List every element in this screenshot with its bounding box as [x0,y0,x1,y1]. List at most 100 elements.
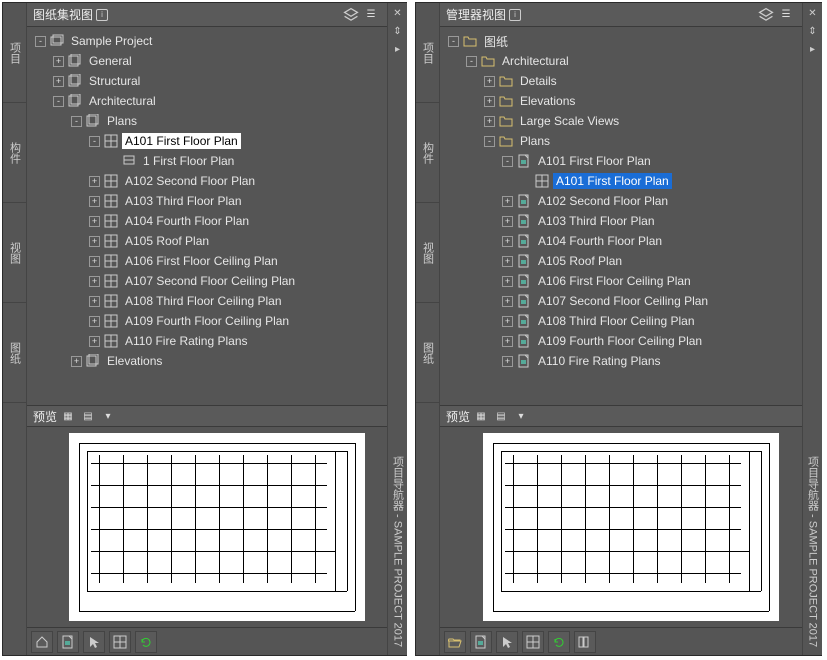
expand-toggle[interactable]: + [89,196,100,207]
preview-opt1-icon[interactable]: ▦ [59,407,77,425]
tree-node[interactable]: +A103 Third Floor Plan [442,211,819,231]
collapse-toggle[interactable]: - [484,136,495,147]
side-tab-0[interactable]: 项目 [3,3,26,103]
tree-node[interactable]: -Architectural [29,91,404,111]
home-button[interactable] [31,631,53,653]
tree-node[interactable]: +A110 Fire Rating Plans [29,331,404,351]
tree-node[interactable]: 1 First Floor Plan [29,151,404,171]
tree-node[interactable]: +A105 Roof Plan [29,231,404,251]
tree-node[interactable]: +A104 Fourth Floor Plan [29,211,404,231]
expand-icon[interactable]: ⇕ [805,23,821,39]
tree-icon[interactable]: ☰ [777,6,795,24]
expand-toggle[interactable]: + [89,256,100,267]
folder-open-button[interactable] [444,631,466,653]
close-icon[interactable]: ✕ [390,5,406,21]
refresh-button[interactable] [135,631,157,653]
expand-toggle[interactable]: + [484,96,495,107]
expand-toggle[interactable]: + [89,336,100,347]
dwg-button[interactable] [57,631,79,653]
expand-toggle[interactable]: + [89,316,100,327]
close-icon[interactable]: ✕ [805,5,821,21]
tree-node[interactable]: A101 First Floor Plan [442,171,819,191]
tree-node[interactable]: -Plans [442,131,819,151]
grid-button[interactable] [522,631,544,653]
expand-toggle[interactable]: + [502,196,513,207]
tree-node[interactable]: +A102 Second Floor Plan [442,191,819,211]
tree-node[interactable]: +A108 Third Floor Ceiling Plan [442,311,819,331]
collapse-toggle[interactable]: - [35,36,46,47]
side-tab-2[interactable]: 视图 [3,203,26,303]
dwg-button[interactable] [470,631,492,653]
expand-toggle[interactable]: + [502,336,513,347]
cursor-button[interactable] [83,631,105,653]
cursor-button[interactable] [496,631,518,653]
refresh-button[interactable] [548,631,570,653]
tree-node[interactable]: -图纸 [442,31,819,51]
tree-node[interactable]: -Sample Project [29,31,404,51]
expand-toggle[interactable]: + [484,76,495,87]
expand-toggle[interactable]: + [89,296,100,307]
side-tab-3[interactable]: 图纸 [416,303,439,403]
tree-node[interactable]: +A102 Second Floor Plan [29,171,404,191]
info-icon[interactable]: i [96,9,108,21]
side-tab-1[interactable]: 构件 [3,103,26,203]
collapse-toggle[interactable]: - [502,156,513,167]
grid-button[interactable] [109,631,131,653]
tree-node[interactable]: +A107 Second Floor Ceiling Plan [29,271,404,291]
expand-toggle[interactable]: + [502,236,513,247]
manager-tree[interactable]: -图纸-Architectural+Details+Elevations+Lar… [440,27,821,405]
tree-node[interactable]: +General [29,51,404,71]
columns-button[interactable] [574,631,596,653]
tree-node[interactable]: -Plans [29,111,404,131]
side-tab-0[interactable]: 项目 [416,3,439,103]
expand-toggle[interactable]: + [502,356,513,367]
tree-node[interactable]: +A105 Roof Plan [442,251,819,271]
tree-node[interactable]: +A107 Second Floor Ceiling Plan [442,291,819,311]
tree-icon[interactable]: ☰ [362,6,380,24]
tree-node[interactable]: +A104 Fourth Floor Plan [442,231,819,251]
sheet-set-tree[interactable]: -Sample Project+General+Structural-Archi… [27,27,406,405]
side-tab-1[interactable]: 构件 [416,103,439,203]
expand-toggle[interactable]: + [71,356,82,367]
tree-node[interactable]: +A109 Fourth Floor Ceiling Plan [29,311,404,331]
expand-toggle[interactable]: + [502,216,513,227]
expand-toggle[interactable]: + [89,176,100,187]
pin-icon[interactable]: ▸ [805,41,821,57]
tree-node[interactable]: +Large Scale Views [442,111,819,131]
expand-toggle[interactable]: + [502,276,513,287]
expand-toggle[interactable]: + [53,76,64,87]
tree-node[interactable]: +Structural [29,71,404,91]
expand-toggle[interactable]: + [89,216,100,227]
expand-toggle[interactable]: + [53,56,64,67]
tree-node[interactable]: +Elevations [442,91,819,111]
expand-toggle[interactable]: + [502,256,513,267]
expand-toggle[interactable]: + [502,316,513,327]
collapse-toggle[interactable]: - [53,96,64,107]
collapse-toggle[interactable]: - [89,136,100,147]
preview-opt2-icon[interactable]: ▤ [492,407,510,425]
tree-node[interactable]: -Architectural [442,51,819,71]
tree-node[interactable]: +A110 Fire Rating Plans [442,351,819,371]
expand-icon[interactable]: ⇕ [390,23,406,39]
tree-node[interactable]: +Elevations [29,351,404,371]
info-icon[interactable]: i [509,9,521,21]
collapse-toggle[interactable]: - [466,56,477,67]
layers-icon[interactable] [757,6,775,24]
tree-node[interactable]: -A101 First Floor Plan [29,131,404,151]
tree-node[interactable]: +A106 First Floor Ceiling Plan [442,271,819,291]
layers-icon[interactable] [342,6,360,24]
side-tab-3[interactable]: 图纸 [3,303,26,403]
preview-opt1-icon[interactable]: ▦ [472,407,490,425]
collapse-toggle[interactable]: - [448,36,459,47]
tree-node[interactable]: -A101 First Floor Plan [442,151,819,171]
tree-node[interactable]: +A106 First Floor Ceiling Plan [29,251,404,271]
dropdown-icon[interactable]: ▾ [99,407,117,425]
pin-icon[interactable]: ▸ [390,41,406,57]
tree-node[interactable]: +A108 Third Floor Ceiling Plan [29,291,404,311]
expand-toggle[interactable]: + [89,276,100,287]
side-tab-2[interactable]: 视图 [416,203,439,303]
tree-node[interactable]: +A109 Fourth Floor Ceiling Plan [442,331,819,351]
tree-node[interactable]: +Details [442,71,819,91]
tree-node[interactable]: +A103 Third Floor Plan [29,191,404,211]
expand-toggle[interactable]: + [89,236,100,247]
